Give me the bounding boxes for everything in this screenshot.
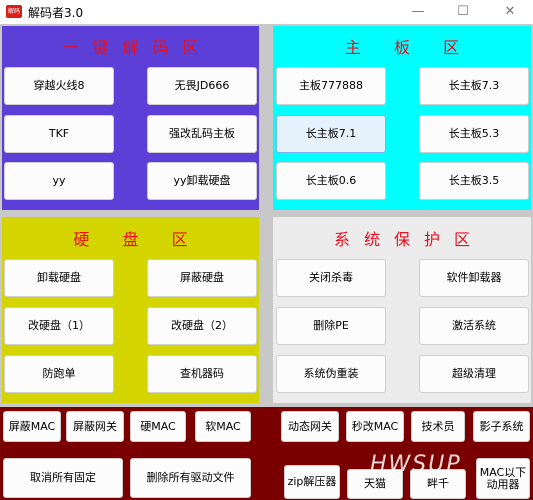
tool-button-4[interactable]: 软MAC [195, 411, 251, 442]
decode-button-3[interactable]: TKF [4, 115, 114, 153]
title-bar: 解码 解码者3.0 — ☐ ✕ [0, 0, 533, 24]
tool-button-5[interactable]: 动态网关 [281, 411, 339, 442]
decode-button-6[interactable]: yy卸载硬盘 [147, 162, 257, 200]
protect-button-5[interactable]: 系统伪重装 [276, 355, 386, 393]
decode-button-4[interactable]: 强改乱码主板 [147, 115, 257, 153]
tool-button-7[interactable]: 技术员 [411, 411, 465, 442]
minimize-icon[interactable]: — [395, 0, 441, 24]
window-title: 解码者3.0 [28, 6, 84, 20]
protect-panel: 系统保护区 关闭杀毒 软件卸载器 删除PE 激活系统 系统伪重装 超级清理 [273, 217, 531, 403]
board-panel: 主 板 区 主板777888 长主板7.3 长主板7.1 长主板5.3 长主板0… [273, 26, 531, 210]
unfix-all-button[interactable]: 取消所有固定 [3, 458, 123, 498]
decode-panel: 一键解码区 穿越火线8 无畏JD666 TKF 强改乱码主板 yy yy卸载硬盘 [2, 26, 259, 210]
tool-button-2[interactable]: 屏蔽网关 [66, 411, 124, 442]
protect-button-2[interactable]: 软件卸载器 [419, 259, 529, 297]
board-button-1[interactable]: 主板777888 [276, 67, 386, 105]
app-icon: 解码 [6, 5, 22, 18]
decode-button-2[interactable]: 无畏JD666 [147, 67, 257, 105]
protect-button-4[interactable]: 激活系统 [419, 307, 529, 345]
protect-panel-title: 系统保护区 [333, 230, 484, 249]
tool-button-3[interactable]: 硬MAC [130, 411, 186, 442]
decode-panel-title: 一键解码区 [62, 38, 213, 57]
tool-button-6[interactable]: 秒改MAC [346, 411, 404, 442]
mac-tool-button[interactable]: MAC以下动用器 [476, 458, 530, 499]
board-panel-title: 主 板 区 [344, 38, 474, 57]
decode-button-5[interactable]: yy [4, 162, 114, 200]
delete-drivers-button[interactable]: 删除所有驱动文件 [130, 458, 251, 498]
board-button-4[interactable]: 长主板5.3 [419, 115, 529, 153]
disk-button-2[interactable]: 屏蔽硬盘 [147, 259, 257, 297]
maximize-icon[interactable]: ☐ [440, 0, 486, 24]
decode-button-1[interactable]: 穿越火线8 [4, 67, 114, 105]
protect-button-1[interactable]: 关闭杀毒 [276, 259, 386, 297]
disk-button-4[interactable]: 改硬盘（2） [147, 307, 257, 345]
disk-button-3[interactable]: 改硬盘（1） [4, 307, 114, 345]
watermark: HWSUP [370, 452, 462, 477]
disk-panel: 硬 盘 区 卸载硬盘 屏蔽硬盘 改硬盘（1） 改硬盘（2） 防跑单 查机器码 [2, 217, 259, 403]
zip-extractor-button[interactable]: zip解压器 [284, 465, 340, 499]
close-icon[interactable]: ✕ [487, 0, 533, 24]
disk-button-6[interactable]: 查机器码 [147, 355, 257, 393]
disk-button-5[interactable]: 防跑单 [4, 355, 114, 393]
disk-button-1[interactable]: 卸载硬盘 [4, 259, 114, 297]
protect-button-6[interactable]: 超级清理 [419, 355, 529, 393]
board-button-6[interactable]: 长主板3.5 [419, 162, 529, 200]
tool-button-8[interactable]: 影子系统 [473, 411, 530, 442]
board-button-5[interactable]: 长主板0.6 [276, 162, 386, 200]
disk-panel-title: 硬 盘 区 [73, 230, 202, 249]
board-button-3[interactable]: 长主板7.1 [276, 115, 386, 153]
board-button-2[interactable]: 长主板7.3 [419, 67, 529, 105]
protect-button-3[interactable]: 删除PE [276, 307, 386, 345]
tool-button-1[interactable]: 屏蔽MAC [3, 411, 61, 442]
